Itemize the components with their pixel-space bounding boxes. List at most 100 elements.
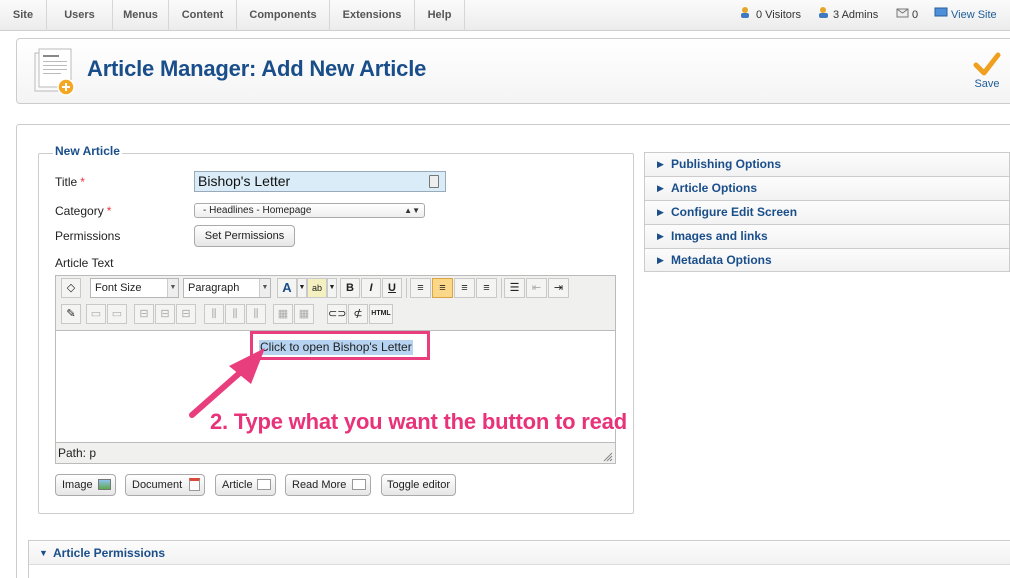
category-select[interactable]: - Headlines - Homepage ▲▼ (194, 203, 425, 218)
table-row-button[interactable]: ▭ (86, 304, 106, 324)
article-add-icon (33, 47, 75, 96)
align-left-button[interactable]: ≡ (410, 278, 431, 298)
view-site-label: View Site (951, 9, 997, 21)
insert-row-after-button[interactable]: ⊟ (155, 304, 175, 324)
text-color-icon: A (282, 280, 292, 295)
insert-col-before-button[interactable]: ⫼ (204, 304, 224, 324)
table-icon: ▭ (90, 308, 102, 320)
table-cell-button[interactable]: ▭ (107, 304, 127, 324)
image-icon (98, 479, 111, 490)
resize-handle-icon[interactable] (603, 451, 613, 462)
menu-site[interactable]: Site (0, 0, 47, 31)
font-size-value: Font Size (95, 282, 142, 294)
highlight-dropdown[interactable]: ▼ (327, 278, 337, 298)
unlink-button[interactable]: ⊄ (348, 304, 368, 324)
read-more-button[interactable]: Read More (285, 474, 371, 496)
title-input[interactable]: Bishop's Letter (194, 171, 446, 192)
edit-note-button[interactable]: ✎ (61, 304, 81, 324)
align-left-icon: ≡ (417, 282, 424, 294)
document-button[interactable]: Document (125, 474, 205, 496)
article-permissions-panel: ▼ Article Permissions (28, 540, 1010, 578)
accordion-publishing-options[interactable]: ▶ Publishing Options (644, 152, 1010, 176)
accordion-metadata-options[interactable]: ▶ Metadata Options (644, 248, 1010, 272)
toggle-editor-button[interactable]: Toggle editor (381, 474, 456, 496)
save-button[interactable]: Save (970, 51, 1004, 95)
highlight-box (250, 331, 430, 360)
article-permissions-toggle[interactable]: ▼ Article Permissions (29, 541, 1010, 565)
fieldset-legend: New Article (53, 144, 122, 158)
row-icon: ⊟ (139, 308, 149, 320)
article-add-small-icon (257, 479, 271, 490)
eraser-icon: ◇ (66, 282, 76, 294)
select-arrows-icon: ▲▼ (404, 206, 420, 215)
triangle-right-icon: ▶ (657, 207, 664, 217)
visitors-status: 0 Visitors (740, 0, 801, 31)
document-icon (189, 478, 200, 491)
align-justify-button[interactable]: ≡ (476, 278, 497, 298)
underline-button[interactable]: U (382, 278, 402, 298)
category-label: Category * (55, 204, 111, 218)
insert-row-before-button[interactable]: ⊟ (134, 304, 154, 324)
admins-status: 3 Admins (817, 0, 878, 31)
indent-button[interactable]: ⇥ (548, 278, 569, 298)
annotation-text: 2. Type what you want the button to read (210, 409, 627, 434)
align-center-icon: ≡ (439, 282, 446, 294)
eraser-button[interactable]: ◇ (61, 278, 81, 298)
bullet-list-button[interactable]: ☰ (504, 278, 525, 298)
bullet-list-icon: ☰ (509, 282, 520, 294)
messages-status: 0 (896, 0, 918, 31)
table-icon: ▭ (111, 308, 123, 320)
font-color-button[interactable]: A (277, 278, 297, 298)
admin-icon (817, 0, 830, 30)
menu-help[interactable]: Help (415, 0, 465, 31)
align-right-button[interactable]: ≡ (454, 278, 475, 298)
highlight-button[interactable]: ab (307, 278, 327, 298)
insert-link-button[interactable]: ⊂⊃ (327, 304, 347, 324)
accordion-label: Metadata Options (671, 253, 772, 267)
merge-cells-button[interactable]: ▦ (294, 304, 314, 324)
view-site-link[interactable]: View Site (934, 0, 997, 31)
accordion-configure-edit-screen[interactable]: ▶ Configure Edit Screen (644, 200, 1010, 224)
read-more-button-label: Read More (292, 479, 347, 491)
row-icon: ⊟ (160, 308, 170, 320)
editor-toolbar-row-2: ✎ ▭ ▭ ⊟ ⊟ ⊟ ⫼ ⫼ ⫼ ▦ ▦ ⊂⊃ ⊄ HTML (56, 304, 615, 330)
set-permissions-button[interactable]: Set Permissions (194, 225, 295, 247)
required-mark: * (106, 204, 112, 218)
article-button-label: Article (222, 479, 253, 491)
align-center-button[interactable]: ≡ (432, 278, 453, 298)
menu-extensions[interactable]: Extensions (330, 0, 415, 31)
menu-users[interactable]: Users (47, 0, 113, 31)
permissions-label: Permissions (55, 229, 121, 243)
split-cells-button[interactable]: ▦ (273, 304, 293, 324)
bold-button[interactable]: B (340, 278, 360, 298)
menu-components[interactable]: Components (237, 0, 330, 31)
separator (406, 278, 407, 298)
menu-content[interactable]: Content (169, 0, 237, 31)
article-button[interactable]: Article (215, 474, 276, 496)
document-button-label: Document (132, 479, 183, 491)
italic-button[interactable]: I (361, 278, 381, 298)
link-icon: ⊂⊃ (328, 308, 347, 320)
users-icon (740, 0, 753, 30)
font-size-select[interactable]: Font Size ▼ (90, 278, 179, 298)
required-mark: * (80, 175, 85, 189)
delete-col-button[interactable]: ⫼ (246, 304, 266, 324)
unlink-icon: ⊄ (353, 308, 363, 320)
format-select[interactable]: Paragraph ▼ (183, 278, 271, 298)
mail-icon (896, 0, 909, 30)
category-label-text: Category (55, 204, 104, 218)
outdent-button[interactable]: ⇤ (526, 278, 547, 298)
font-color-dropdown[interactable]: ▼ (297, 278, 307, 298)
image-button[interactable]: Image (55, 474, 116, 496)
delete-row-button[interactable]: ⊟ (176, 304, 196, 324)
header-toolbar: Article Manager: Add New Article Save (16, 38, 1010, 104)
title-label: Title * (55, 175, 85, 189)
accordion-label: Article Options (671, 181, 758, 195)
menu-menus[interactable]: Menus (113, 0, 169, 31)
accordion-article-options[interactable]: ▶ Article Options (644, 176, 1010, 200)
html-source-button[interactable]: HTML (369, 304, 393, 324)
article-text-label: Article Text (55, 256, 114, 270)
accordion-images-and-links[interactable]: ▶ Images and links (644, 224, 1010, 248)
messages-count: 0 (912, 9, 919, 21)
insert-col-after-button[interactable]: ⫼ (225, 304, 245, 324)
